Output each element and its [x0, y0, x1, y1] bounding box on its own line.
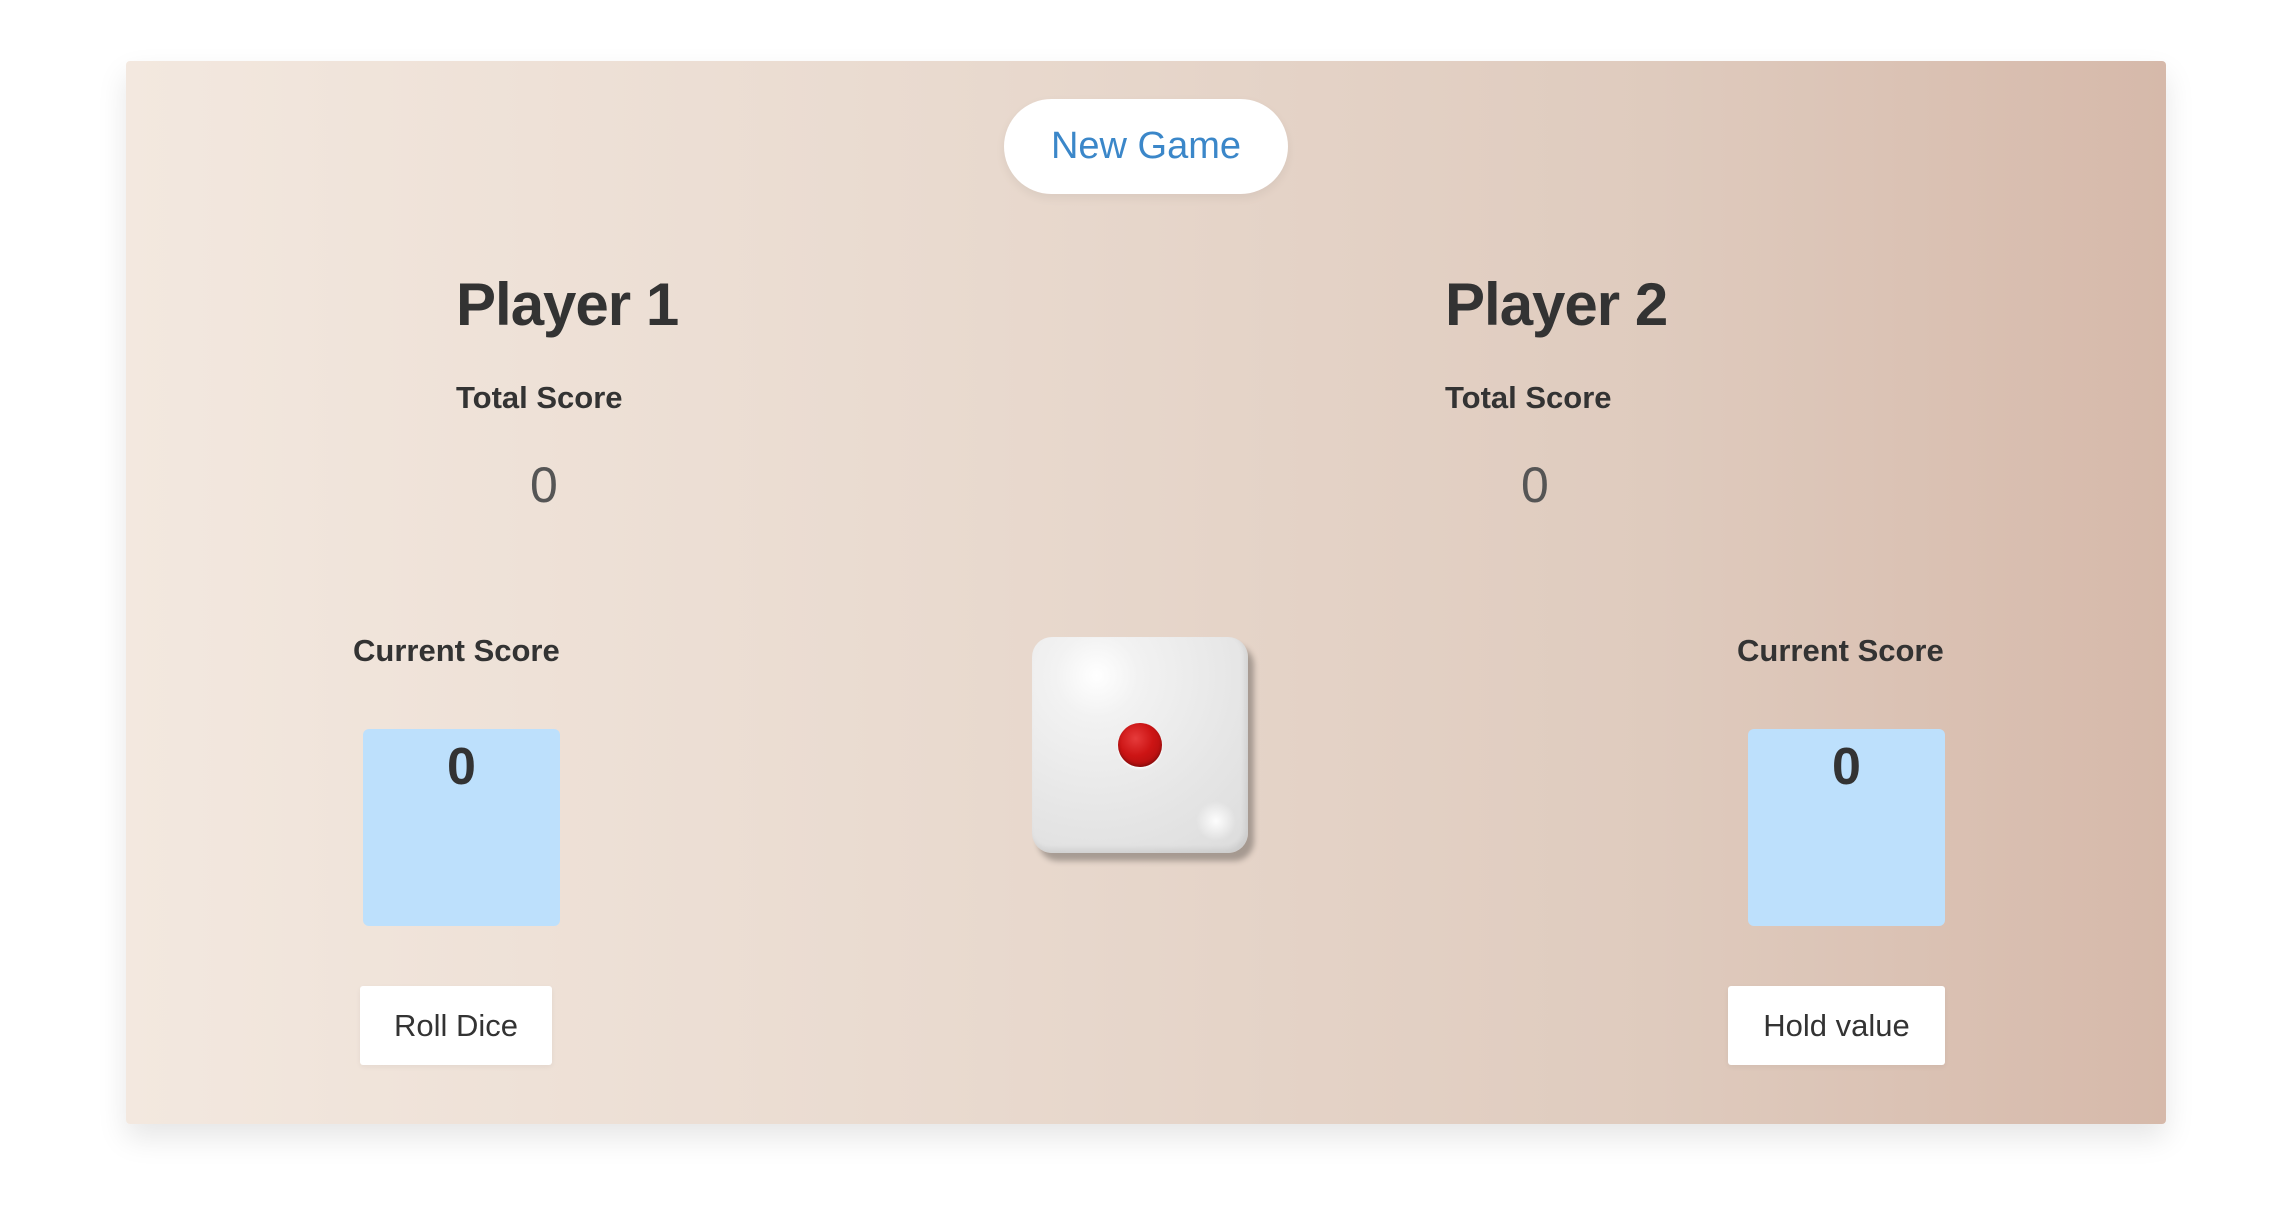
game-board	[126, 61, 2166, 1124]
new-game-button[interactable]: New Game	[1004, 99, 1288, 194]
player-1-total-score-value: 0	[530, 457, 558, 513]
hold-value-button[interactable]: Hold value	[1728, 986, 1945, 1065]
player-1-total-score-label: Total Score	[456, 380, 623, 415]
player-2-current-score-label: Current Score	[1737, 633, 1944, 668]
die-pip	[1118, 723, 1162, 767]
player-1-current-score-label: Current Score	[353, 633, 560, 668]
player-1-current-score-box: 0	[363, 729, 560, 926]
player-2-current-score-value: 0	[1832, 738, 1861, 796]
player-1-name: Player 1	[456, 271, 679, 338]
player-2-current-score-box: 0	[1748, 729, 1945, 926]
player-1-current-score-value: 0	[447, 738, 476, 796]
die-highlight	[1196, 801, 1236, 841]
die-face-one-icon	[1032, 637, 1248, 853]
player-2-total-score-label: Total Score	[1445, 380, 1612, 415]
roll-dice-button[interactable]: Roll Dice	[360, 986, 552, 1065]
player-2-name: Player 2	[1445, 271, 1668, 338]
player-2-total-score-value: 0	[1521, 457, 1549, 513]
